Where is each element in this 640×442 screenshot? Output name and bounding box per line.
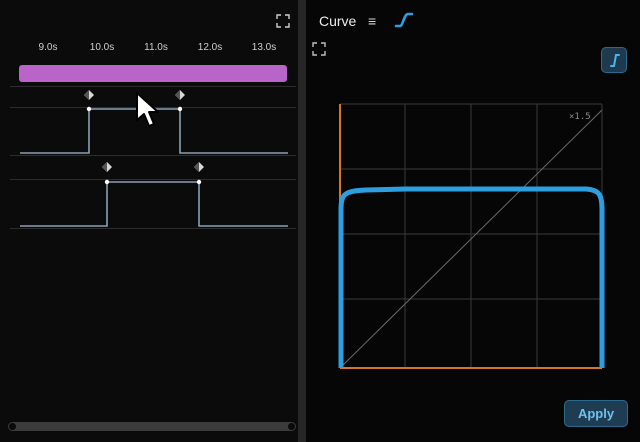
curve-scale-label: ×1.5 — [569, 112, 591, 122]
timeline-panel: 9.0s 10.0s 11.0s 12.0s 13.0s — [0, 0, 298, 442]
keyframe-icon[interactable] — [84, 90, 94, 100]
mouse-cursor-icon — [136, 92, 159, 127]
scrollbar-left-cap — [9, 423, 16, 430]
apply-button[interactable]: Apply — [564, 400, 628, 427]
menu-icon[interactable]: ≡ — [368, 13, 376, 29]
ease-preset-button[interactable] — [601, 47, 627, 73]
keyframe-icon[interactable] — [194, 162, 204, 172]
curve-panel-title: Curve — [319, 13, 357, 29]
curve-grid — [340, 103, 603, 368]
expand-icon[interactable] — [312, 42, 326, 56]
keyframe-track-2 — [20, 162, 288, 227]
keyframe-icon[interactable] — [102, 162, 112, 172]
keyframe-point[interactable] — [177, 106, 183, 112]
keyframe-point[interactable] — [104, 179, 110, 185]
keyframe-point[interactable] — [86, 106, 92, 112]
keyframe-icon[interactable] — [175, 90, 185, 100]
scrollbar-right-cap — [288, 423, 295, 430]
ease-preset-icon — [610, 54, 620, 67]
curve-mode-icon[interactable] — [394, 11, 414, 29]
curve-graph[interactable] — [306, 80, 640, 380]
keyframe-point[interactable] — [196, 179, 202, 185]
horizontal-scrollbar[interactable] — [8, 422, 296, 431]
curve-panel: Curve ≡ ×1.5 Apply — [306, 0, 640, 442]
panel-splitter[interactable] — [298, 0, 306, 442]
